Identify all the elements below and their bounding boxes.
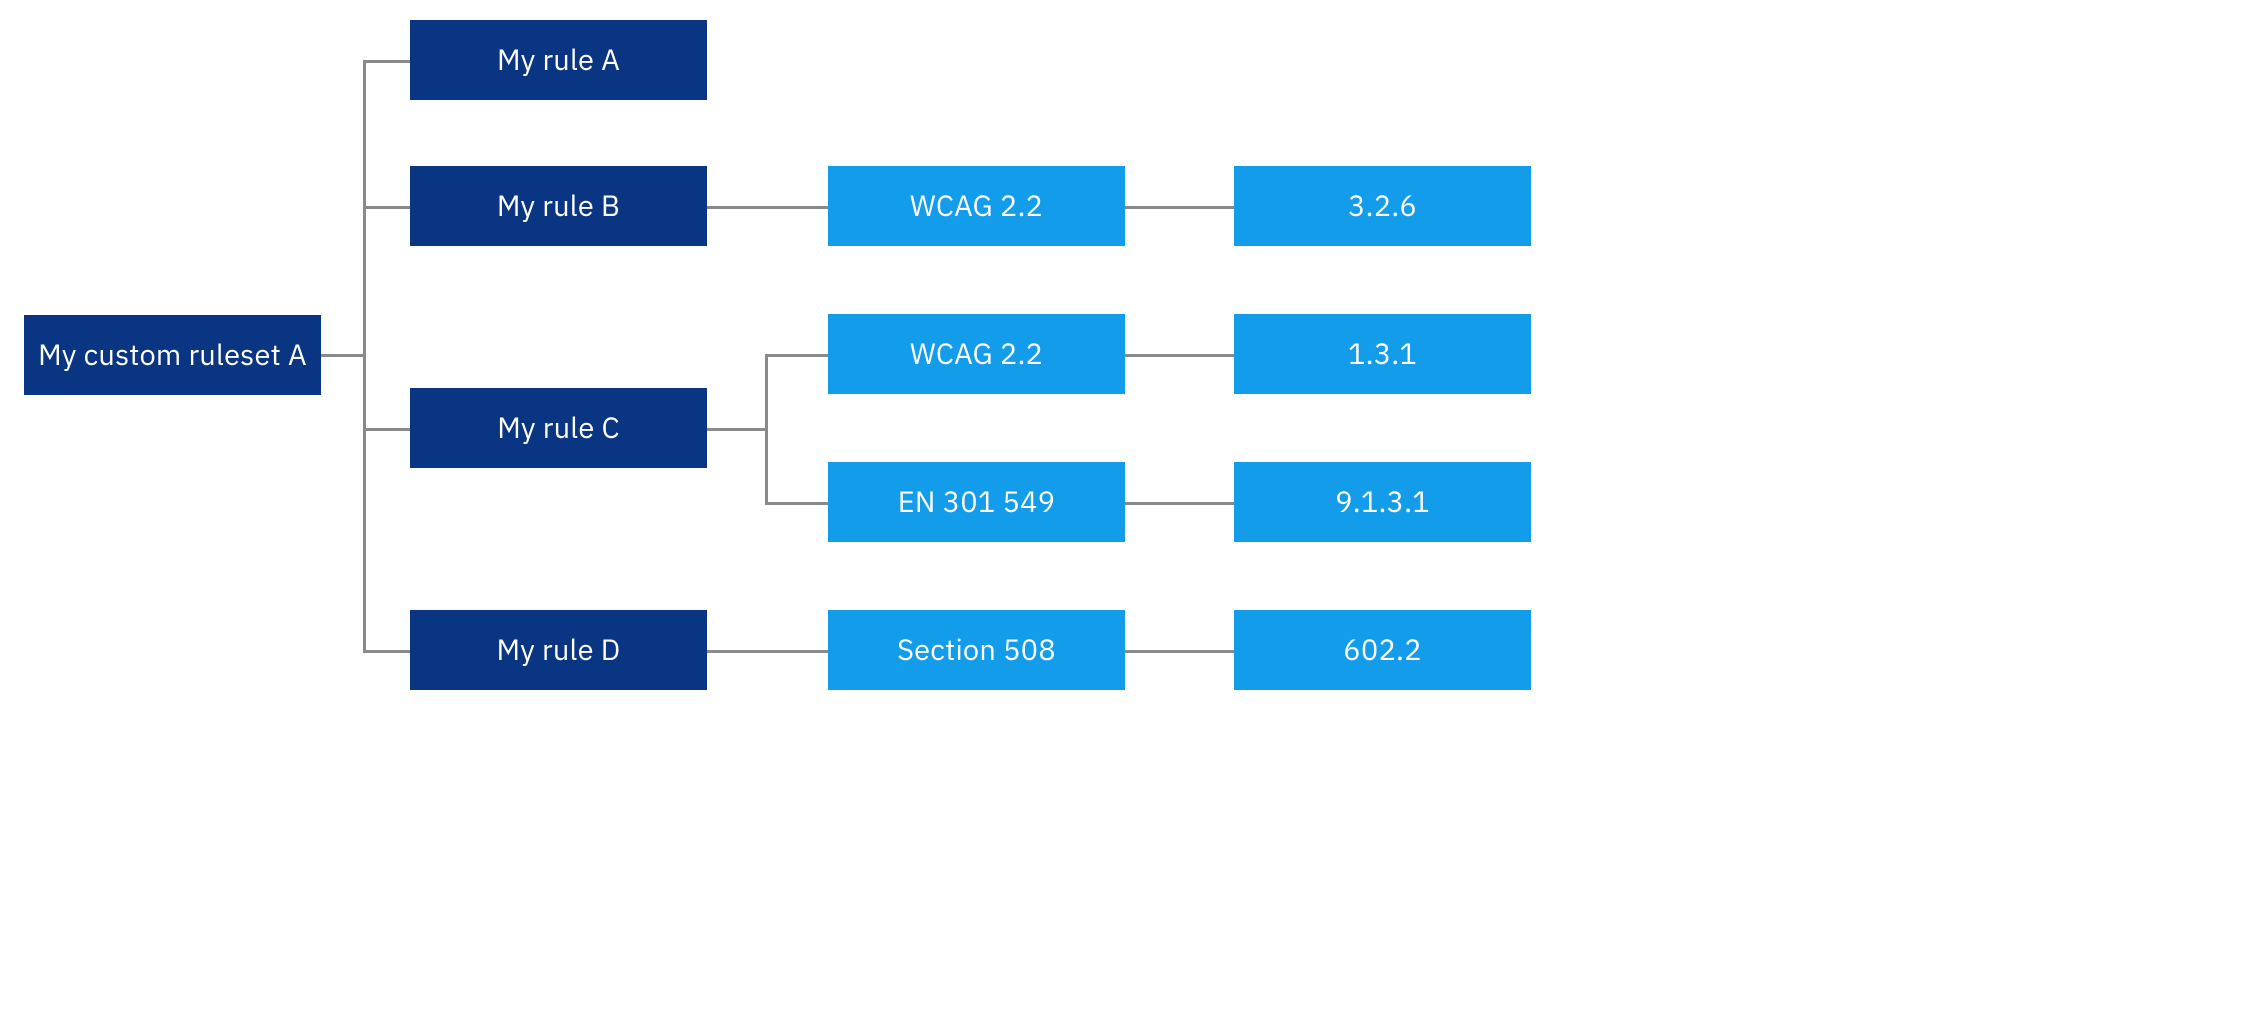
connector: [707, 206, 828, 209]
rule-node-a: My rule A: [410, 20, 707, 100]
ruleset-tree-diagram: My custom ruleset A My rule A My rule B …: [0, 0, 1555, 710]
standard-node-b: WCAG 2.2: [828, 166, 1125, 246]
criterion-node-c-2: 9.1.3.1: [1234, 462, 1531, 542]
connector: [765, 354, 768, 505]
connector: [1125, 354, 1234, 357]
rule-node-c: My rule C: [410, 388, 707, 468]
rule-node-d: My rule D: [410, 610, 707, 690]
ruleset-root-node: My custom ruleset A: [24, 315, 321, 395]
connector: [1125, 502, 1234, 505]
criterion-node-c-1: 1.3.1: [1234, 314, 1531, 394]
connector: [363, 60, 410, 63]
connector: [321, 354, 366, 357]
criterion-node-b: 3.2.6: [1234, 166, 1531, 246]
connector: [765, 502, 828, 505]
connector: [707, 428, 768, 431]
connector: [363, 60, 366, 653]
connector: [765, 354, 828, 357]
criterion-node-d: 602.2: [1234, 610, 1531, 690]
standard-node-c-2: EN 301 549: [828, 462, 1125, 542]
rule-node-b: My rule B: [410, 166, 707, 246]
connector: [1125, 650, 1234, 653]
connector: [707, 650, 828, 653]
connector: [1125, 206, 1234, 209]
connector: [363, 428, 410, 431]
connector: [363, 650, 410, 653]
standard-node-c-1: WCAG 2.2: [828, 314, 1125, 394]
standard-node-d: Section 508: [828, 610, 1125, 690]
connector: [363, 206, 410, 209]
